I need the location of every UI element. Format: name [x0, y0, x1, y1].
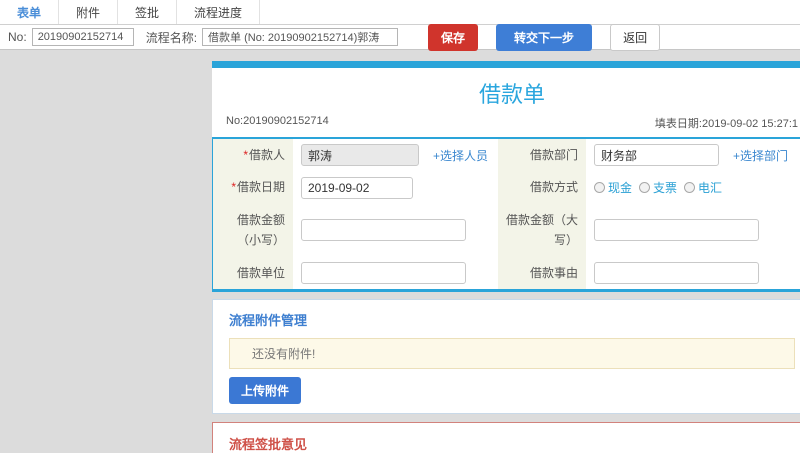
form-no-text: No:20190902152714 — [226, 115, 329, 127]
amount-uppercase-cell — [586, 203, 800, 257]
tab-attachment[interactable]: 附件 — [59, 0, 119, 24]
department-input[interactable] — [594, 144, 719, 167]
required-asterisk: * — [243, 148, 248, 162]
approval-panel: 流程签批意见 B I abc ✎ ∞ ∞ ⚑ ≡ ≡ ⇤ ⇥ — [212, 421, 800, 453]
loan-date-cell — [293, 171, 498, 204]
loan-date-input[interactable] — [301, 176, 413, 199]
department-cell: +选择部门 — [586, 139, 800, 172]
loan-form-panel: 借款单 No:20190902152714 填表日期:2019-09-02 15… — [212, 61, 800, 292]
no-attachments-alert: 还没有附件! — [229, 337, 795, 369]
form-table: * 借款人 +选择人员 借款部门 +选择部门 * 借款日期 — [212, 137, 800, 292]
attachments-title: 流程附件管理 — [229, 312, 308, 328]
back-button[interactable]: 返回 — [610, 23, 661, 51]
flow-name-label: 流程名称: — [145, 30, 198, 45]
command-bar: No: 流程名称: 保存 转交下一步 返回 — [0, 23, 800, 51]
tab-progress[interactable]: 流程进度 — [177, 0, 261, 24]
borrower-input[interactable] — [301, 144, 419, 167]
borrower-cell: +选择人员 — [293, 139, 498, 172]
next-step-button[interactable]: 转交下一步 — [496, 23, 593, 51]
loan-unit-input[interactable] — [301, 261, 466, 284]
amount-uppercase-label: 借款金额（大写） — [498, 203, 586, 257]
tab-approval[interactable]: 签批 — [118, 0, 178, 24]
save-button[interactable]: 保存 — [428, 23, 479, 51]
radio-button-icon[interactable] — [594, 182, 605, 194]
approval-title: 流程签批意见 — [229, 436, 308, 452]
amount-lowercase-input[interactable] — [301, 219, 466, 242]
amount-lowercase-label: 借款金额（小写） — [213, 203, 293, 257]
loan-unit-label: 借款单位 — [213, 256, 293, 289]
radio-wire-transfer[interactable]: 电汇 — [684, 179, 722, 196]
loan-reason-input[interactable] — [594, 261, 759, 284]
select-person-link[interactable]: +选择人员 — [433, 147, 488, 164]
select-department-link[interactable]: +选择部门 — [733, 147, 788, 164]
loan-method-label: 借款方式 — [498, 171, 586, 204]
form-date-text: 填表日期:2019-09-02 15:27:1 — [654, 118, 798, 130]
loan-reason-cell — [586, 256, 800, 289]
department-label: 借款部门 — [498, 139, 586, 172]
required-asterisk: * — [231, 180, 236, 195]
flow-name-input[interactable] — [202, 28, 399, 46]
attachments-panel: 流程附件管理 还没有附件! 上传附件 — [212, 298, 800, 414]
tab-form[interactable]: 表单 — [0, 0, 60, 24]
loan-method-cell: 现金 支票 电汇 — [586, 171, 800, 204]
top-tab-bar: 表单 附件 签批 流程进度 — [0, 0, 800, 25]
no-label: No: — [8, 30, 27, 44]
no-input[interactable] — [31, 28, 134, 46]
amount-lowercase-cell — [293, 203, 498, 257]
loan-unit-cell — [293, 256, 498, 289]
page-title: 借款单 — [478, 82, 545, 107]
borrower-label: * 借款人 — [213, 139, 293, 172]
loan-reason-label: 借款事由 — [498, 256, 586, 289]
loan-date-label: * 借款日期 — [213, 171, 293, 204]
content-area: 借款单 No:20190902152714 填表日期:2019-09-02 15… — [0, 50, 800, 453]
upload-attachment-button[interactable]: 上传附件 — [229, 376, 302, 404]
amount-uppercase-input[interactable] — [594, 219, 759, 242]
radio-button-icon[interactable] — [639, 182, 651, 194]
radio-button-icon[interactable] — [684, 182, 696, 194]
radio-cheque[interactable]: 支票 — [639, 179, 677, 196]
radio-cash[interactable]: 现金 — [594, 179, 632, 196]
form-meta-row: No:20190902152714 填表日期:2019-09-02 15:27:… — [212, 112, 800, 137]
